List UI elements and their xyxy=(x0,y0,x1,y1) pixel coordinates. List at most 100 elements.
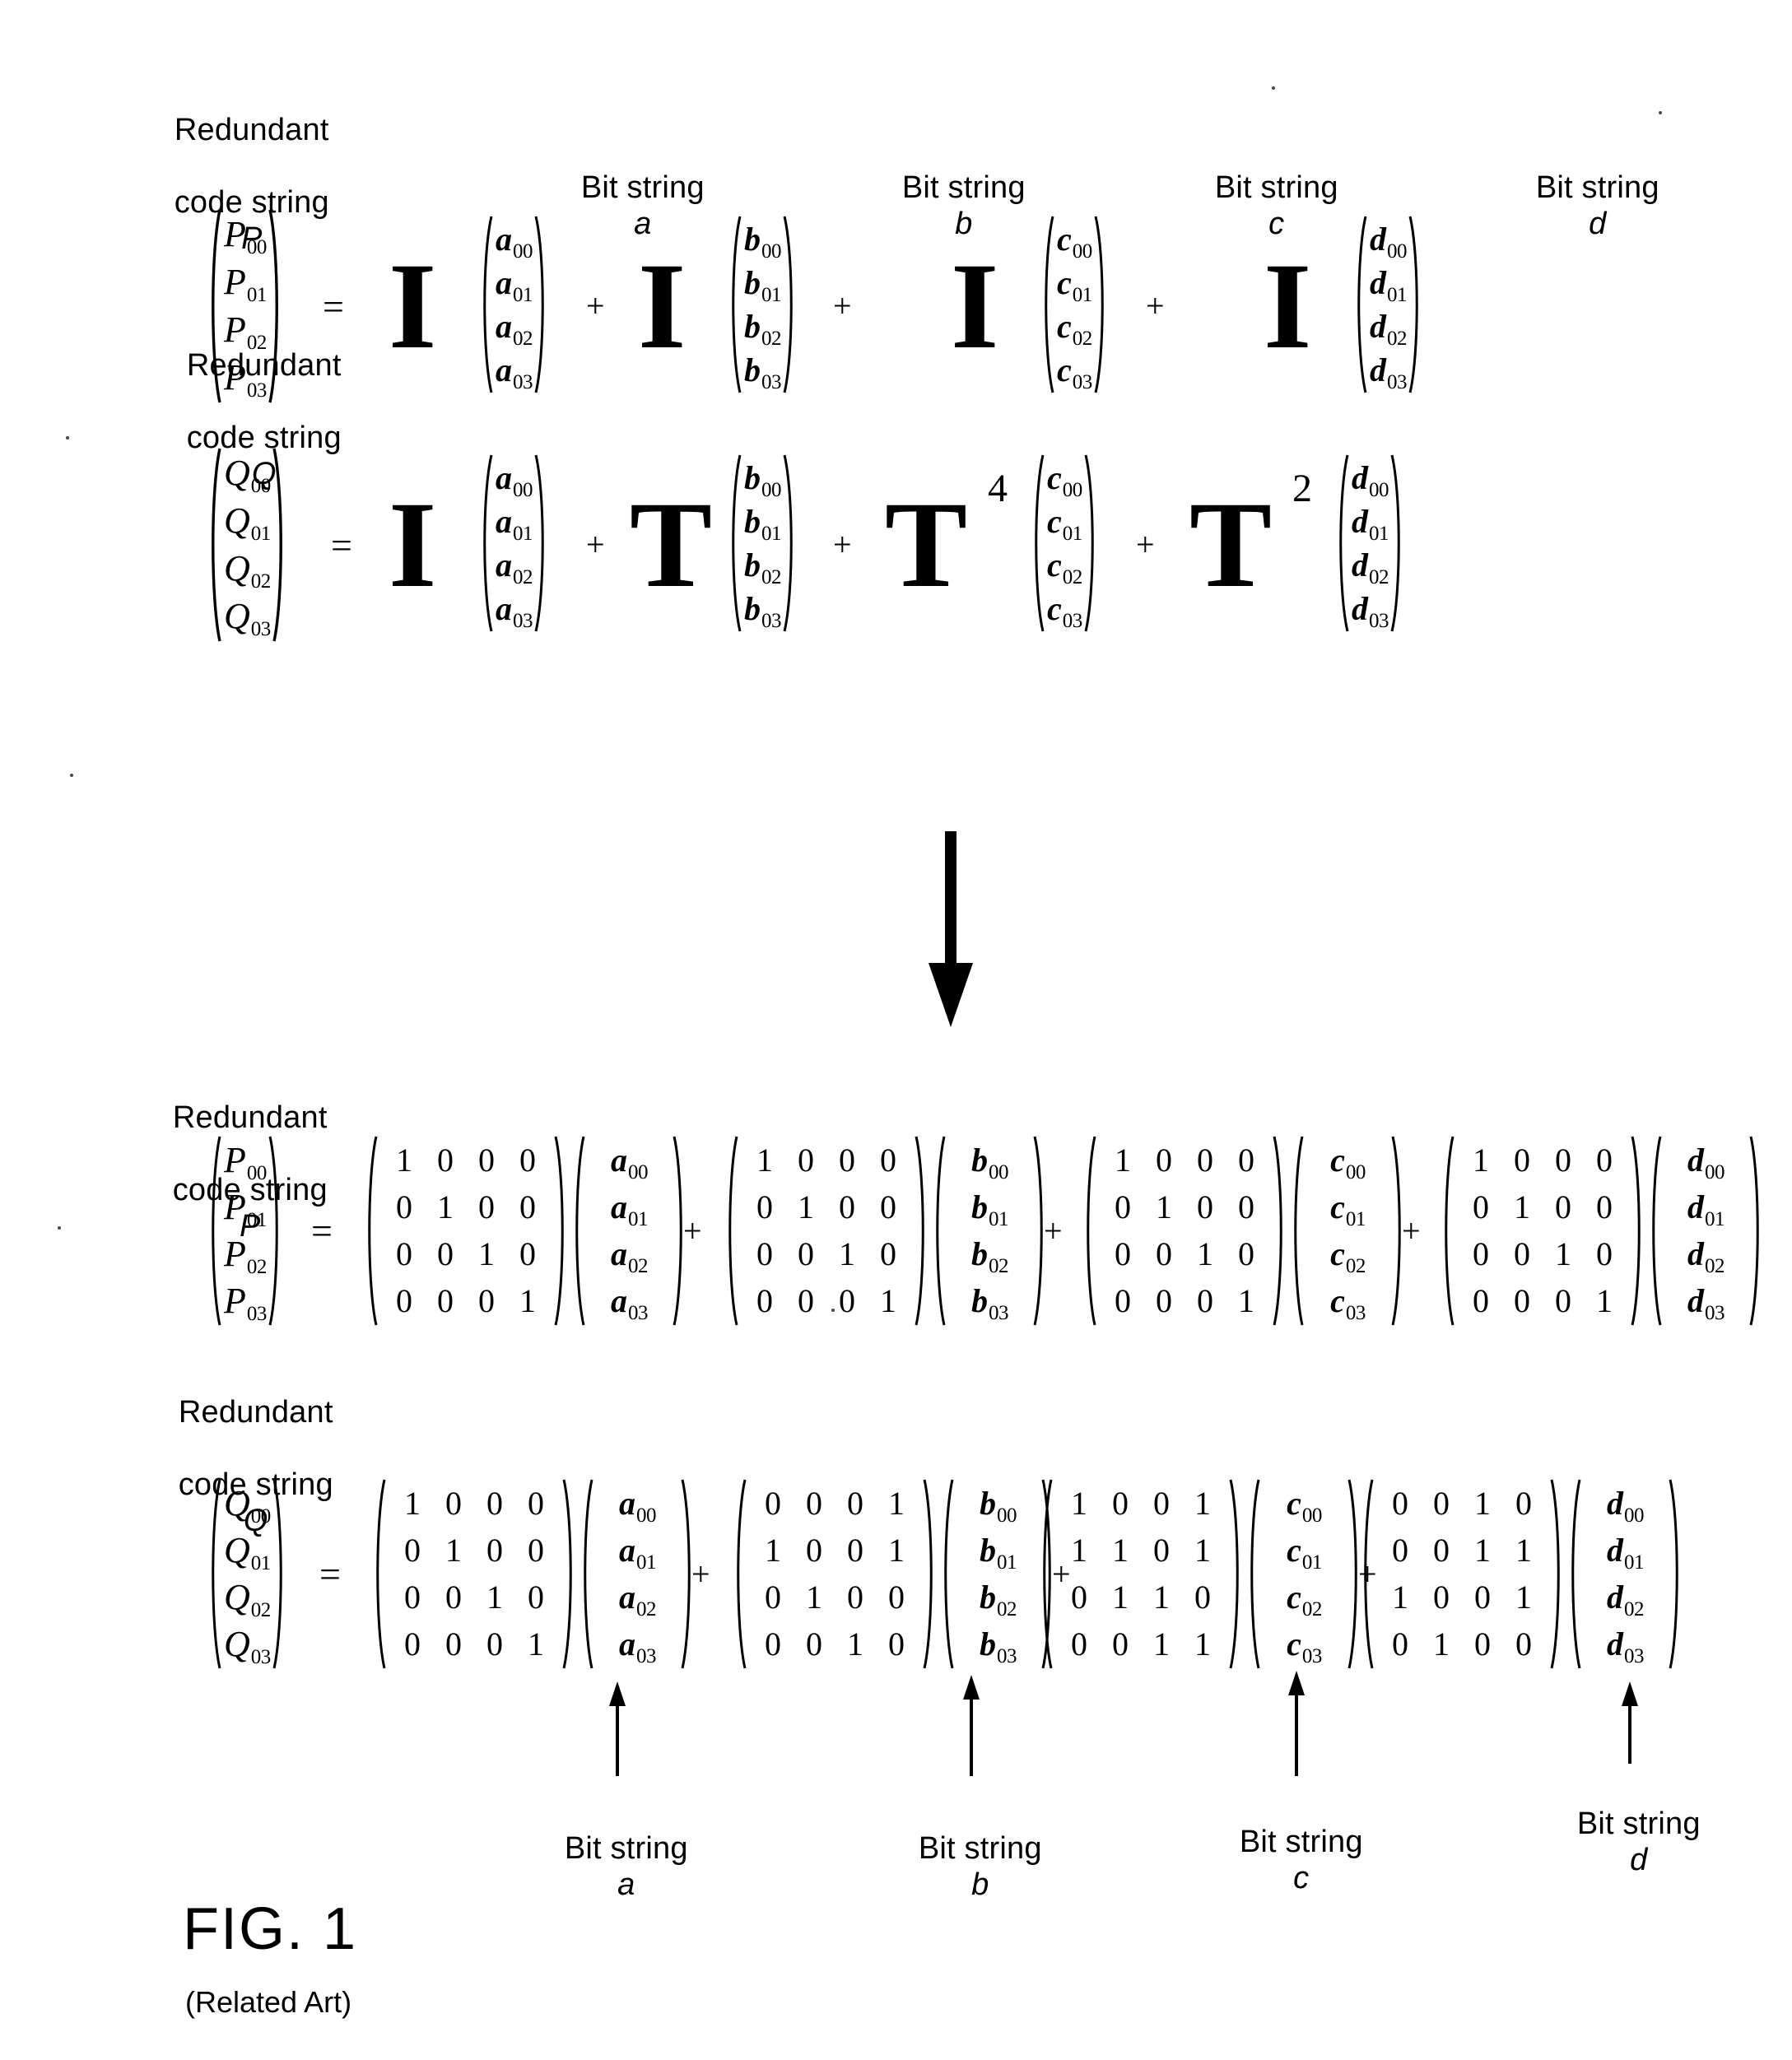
matrix-group-c: 1 0 0 1 1 1 0 1 0 1 1 0 0 0 1 1 c 00 c 0… xyxy=(1037,1477,1357,1671)
matrix-cell: 0 xyxy=(1156,1235,1172,1272)
scan-artifact-dot xyxy=(1659,111,1662,114)
vec-base: Q xyxy=(224,596,250,636)
matrix-cell: 0 xyxy=(1515,1485,1532,1523)
figure-subtitle: (Related Art) xyxy=(185,1985,352,2019)
matrix-cell: 0 xyxy=(437,1142,454,1179)
callout-d-text: Bit string xyxy=(1576,1807,1701,1841)
vec-base: Q xyxy=(224,548,250,588)
vec-base: c xyxy=(1057,263,1072,301)
vec-sub: 03 xyxy=(989,1301,1009,1324)
vec-sub: 03 xyxy=(250,1645,272,1668)
matrix-cell: 0 xyxy=(1474,1578,1491,1616)
vec-sub: 02 xyxy=(1705,1254,1725,1277)
matrix-cell: 0 xyxy=(437,1235,454,1272)
vec-base: b xyxy=(744,307,761,345)
vec-base: d xyxy=(1352,502,1368,540)
vec-sub: 01 xyxy=(1062,522,1083,545)
vec-sub: 01 xyxy=(246,284,268,306)
plus-sign: + xyxy=(1146,287,1165,324)
vec-base: b xyxy=(744,263,761,301)
callout-arrow-c xyxy=(1284,1671,1309,1776)
vec-base: Q xyxy=(224,453,250,493)
matrix-cell: 0 xyxy=(1392,1532,1408,1569)
vec-sub: 02 xyxy=(1624,1597,1645,1621)
downward-arrow xyxy=(922,831,980,1029)
vec-base: P xyxy=(224,1233,246,1274)
matrix-cell: 1 xyxy=(404,1485,421,1523)
matrix-cell: 0 xyxy=(1153,1485,1170,1523)
matrix-cell: 0 xyxy=(756,1188,773,1226)
equation-top-p: P 00 P 01 P 02 P 03 = I a 00 a 01 a 02 a 03 + I xyxy=(206,207,1753,405)
matrix-cell: 0 xyxy=(478,1188,495,1226)
equation-top-q: Q 00 Q 01 Q 02 Q 03 = I a 00 a 01 a 02 a 03 + T xyxy=(206,446,1753,644)
matrix-cell: 0 xyxy=(1433,1532,1450,1569)
vec-base: a xyxy=(619,1578,635,1616)
matrix-cell: 1 xyxy=(445,1532,462,1569)
matrix-cell: 0 xyxy=(519,1142,536,1179)
vec-base: P xyxy=(224,214,246,254)
vec-base: b xyxy=(744,220,761,258)
vec-base: d xyxy=(1352,546,1368,584)
callout-b-text: Bit string xyxy=(918,1831,1042,1866)
matrix-cell: 1 xyxy=(1473,1142,1489,1179)
callout-label-d: Bit string d xyxy=(1506,1769,1753,1878)
matrix-cell: 1 xyxy=(1433,1625,1450,1662)
matrix-cell: 1 xyxy=(1474,1532,1491,1569)
matrix-cell: 0 xyxy=(1071,1578,1087,1616)
vec-sub: 01 xyxy=(1624,1551,1645,1574)
vec-base: c xyxy=(1047,458,1062,496)
matrix-cell: 0 xyxy=(486,1532,503,1569)
vec-sub: 02 xyxy=(246,1255,268,1278)
scan-artifact-dot xyxy=(66,436,69,439)
matrix-group-d: 0 0 1 0 0 0 1 1 1 0 0 1 0 1 0 0 d 00 d 0… xyxy=(1358,1477,1678,1671)
identity-matrix-symbol-a: I xyxy=(389,238,437,374)
vec-base: a xyxy=(611,1188,627,1226)
vec-base: a xyxy=(496,351,512,388)
vec-sub: 01 xyxy=(761,522,782,545)
vec-base: a xyxy=(496,458,512,496)
matrix-cell: 1 xyxy=(528,1625,544,1662)
matrix-cell: 1 xyxy=(1194,1625,1211,1662)
matrix-cell: 0 xyxy=(445,1485,462,1523)
vec-sub: 03 xyxy=(761,370,782,393)
matrix-cell: 0 xyxy=(1514,1235,1530,1272)
matrix-cell: 0 xyxy=(1474,1625,1491,1662)
matrix-cell: 1 xyxy=(1071,1532,1087,1569)
matrix-cell: 0 xyxy=(1555,1142,1571,1179)
vec-sub: 00 xyxy=(250,1505,272,1528)
matrix-cell: 0 xyxy=(1514,1142,1530,1179)
matrix-cell: 0 xyxy=(1433,1578,1450,1616)
matrix-cell: 0 xyxy=(880,1142,896,1179)
matrix-cell: 0 xyxy=(765,1485,781,1523)
vec-sub: 01 xyxy=(250,523,272,545)
vec-sub: 01 xyxy=(513,283,533,306)
vec-sub: 00 xyxy=(1369,478,1389,501)
vec-sub: 03 xyxy=(1705,1301,1725,1324)
matrix-cell: 0 xyxy=(486,1625,503,1662)
matrix-cell: 0 xyxy=(839,1142,855,1179)
matrix-cell: 0 xyxy=(1514,1281,1530,1319)
scan-artifact-dot xyxy=(70,774,73,777)
vec-sub: 00 xyxy=(1624,1504,1645,1528)
callout-arrow-d xyxy=(1617,1681,1642,1764)
matrix-cell: 0 xyxy=(1555,1281,1571,1319)
matrix-c: 1 0 0 0 0 1 0 0 0 0 1 0 0 0 0 1 xyxy=(1097,1134,1272,1328)
matrix-cell: 0 xyxy=(765,1625,781,1662)
figure-title: FIG. 1 xyxy=(183,1896,358,1962)
vec-sub: 00 xyxy=(761,239,782,263)
vec-sub: 01 xyxy=(1345,1208,1366,1231)
vec-base: P xyxy=(224,1280,246,1321)
header-lq-line1: Redundant xyxy=(178,1395,333,1430)
vec-sub: 01 xyxy=(1387,283,1408,306)
header-q-line1: Redundant xyxy=(186,348,342,383)
matrix-cell: 1 xyxy=(519,1281,536,1319)
matrix-cell: 0 xyxy=(445,1578,462,1616)
vector-c: c 00 c 01 c 02 c 03 xyxy=(1029,453,1128,634)
matrix-cell: 1 xyxy=(1153,1578,1170,1616)
matrix-group-b: 1 0 0 0 0 1 0 0 0 0 1 0 0 0 0 1 b 00 b 0… xyxy=(723,1134,1043,1328)
plus-sign: + xyxy=(833,526,852,563)
plus-sign: + xyxy=(1402,1212,1421,1249)
vec-base: Q xyxy=(224,1483,250,1524)
header-p-line1: Redundant xyxy=(174,113,329,147)
matrix-cell: 1 xyxy=(888,1485,905,1523)
